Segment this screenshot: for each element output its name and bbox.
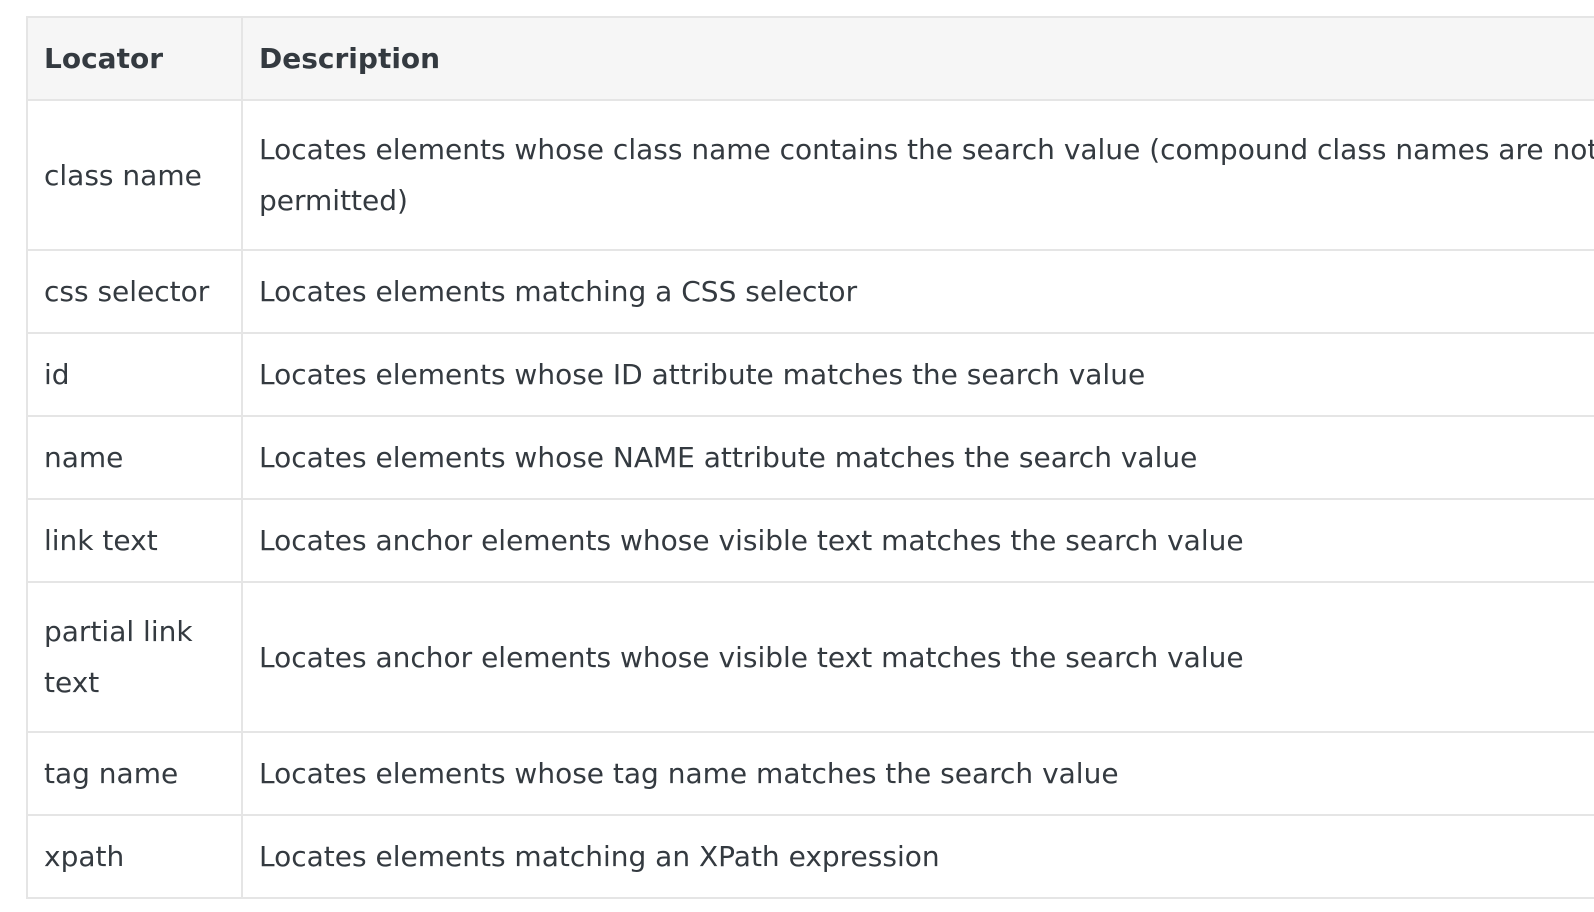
locator-cell: tag name <box>26 731 243 816</box>
locator-table-container: Locator Description class name Locates e… <box>26 16 1594 899</box>
table-row: css selector Locates elements matching a… <box>26 249 1594 334</box>
description-cell: Locates elements whose tag name matches … <box>241 731 1594 816</box>
header-row: Locator Description <box>26 16 1594 101</box>
locator-cell: link text <box>26 498 243 583</box>
header-description: Description <box>241 16 1594 101</box>
header-locator: Locator <box>26 16 243 101</box>
description-cell: Locates elements whose NAME attribute ma… <box>241 415 1594 500</box>
locator-table: Locator Description class name Locates e… <box>26 16 1594 899</box>
table-row: name Locates elements whose NAME attribu… <box>26 415 1594 500</box>
locator-cell: xpath <box>26 814 243 899</box>
table-row: link text Locates anchor elements whose … <box>26 498 1594 583</box>
description-cell: Locates elements matching an XPath expre… <box>241 814 1594 899</box>
locator-cell: css selector <box>26 249 243 334</box>
locator-cell: class name <box>26 99 243 251</box>
table-row: partial link text Locates anchor element… <box>26 581 1594 733</box>
table-body: class name Locates elements whose class … <box>26 99 1594 899</box>
table-row: class name Locates elements whose class … <box>26 99 1594 251</box>
locator-cell: id <box>26 332 243 417</box>
table-header: Locator Description <box>26 16 1594 101</box>
table-row: id Locates elements whose ID attribute m… <box>26 332 1594 417</box>
locator-cell: name <box>26 415 243 500</box>
table-row: tag name Locates elements whose tag name… <box>26 731 1594 816</box>
description-cell: Locates anchor elements whose visible te… <box>241 581 1594 733</box>
description-cell: Locates elements whose ID attribute matc… <box>241 332 1594 417</box>
description-cell: Locates elements matching a CSS selector <box>241 249 1594 334</box>
description-cell: Locates elements whose class name contai… <box>241 99 1594 251</box>
table-row: xpath Locates elements matching an XPath… <box>26 814 1594 899</box>
locator-cell: partial link text <box>26 581 243 733</box>
description-cell: Locates anchor elements whose visible te… <box>241 498 1594 583</box>
